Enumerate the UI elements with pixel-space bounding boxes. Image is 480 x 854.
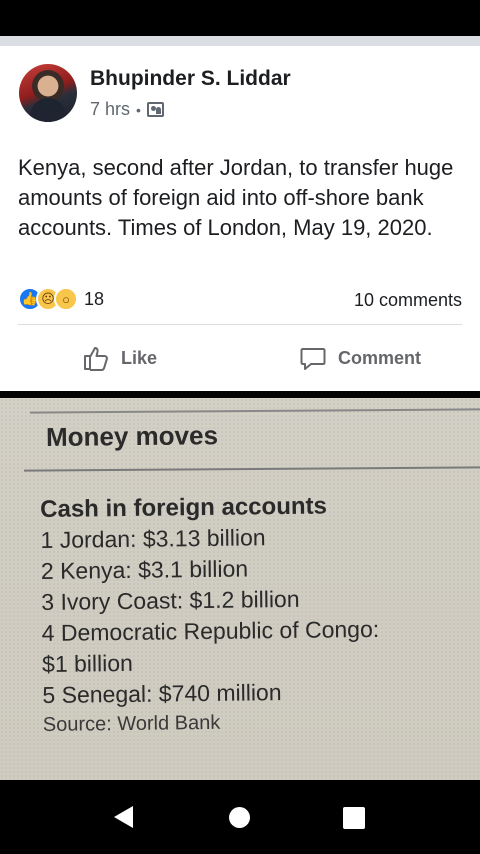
newspaper-heading: Money moves: [45, 420, 219, 452]
comments-count[interactable]: 10 comments: [354, 290, 462, 311]
comment-button[interactable]: Comment: [299, 342, 421, 374]
comment-bubble-icon: [300, 348, 326, 370]
custom-audience-icon[interactable]: [146, 102, 164, 117]
post-photo[interactable]: Money moves Cash in foreign accounts 1 J…: [0, 398, 480, 780]
meta-separator: •: [136, 101, 141, 118]
post-text: Kenya, second after Jordan, to transfer …: [18, 155, 454, 240]
reactions-summary[interactable]: 👍 ☹ ○ 18: [18, 287, 104, 311]
author-avatar[interactable]: [19, 64, 77, 122]
system-nav-bar: [0, 780, 480, 854]
post-card: Bhupinder S. Liddar 7 hrs • Kenya, secon…: [0, 46, 480, 391]
list-item: 5 Senegal: $740 million: [42, 679, 282, 708]
like-label: Like: [121, 347, 158, 368]
list-item: $1 billion: [41, 649, 134, 677]
list-item: 1 Jordan: $3.13 billion: [40, 524, 266, 553]
author-name[interactable]: Bhupinder S. Liddar: [90, 67, 291, 91]
list-item: 2 Kenya: $3.1 billion: [40, 555, 249, 584]
list-item: 4 Democratic Republic of Congo:: [41, 615, 380, 646]
status-bar: [0, 0, 480, 36]
divider: [18, 324, 462, 325]
newspaper-list: Cash in foreign accounts 1 Jordan: $3.13…: [40, 490, 380, 739]
source-note: Source: World Bank: [42, 711, 221, 736]
post-meta: 7 hrs •: [90, 99, 164, 120]
comment-label: Comment: [338, 347, 422, 368]
wow-icon: ○: [54, 287, 78, 311]
like-button[interactable]: Like: [82, 342, 157, 374]
home-icon[interactable]: [229, 807, 250, 828]
post-time[interactable]: 7 hrs: [90, 99, 130, 120]
recents-icon[interactable]: [343, 807, 365, 829]
list-subhead: Cash in foreign accounts: [40, 492, 328, 523]
thumbs-up-icon: [84, 347, 108, 371]
list-item: 3 Ivory Coast: $1.2 billion: [41, 585, 300, 615]
feed-gap: [0, 36, 480, 46]
reaction-count: 18: [84, 288, 105, 309]
back-icon[interactable]: [114, 806, 133, 828]
